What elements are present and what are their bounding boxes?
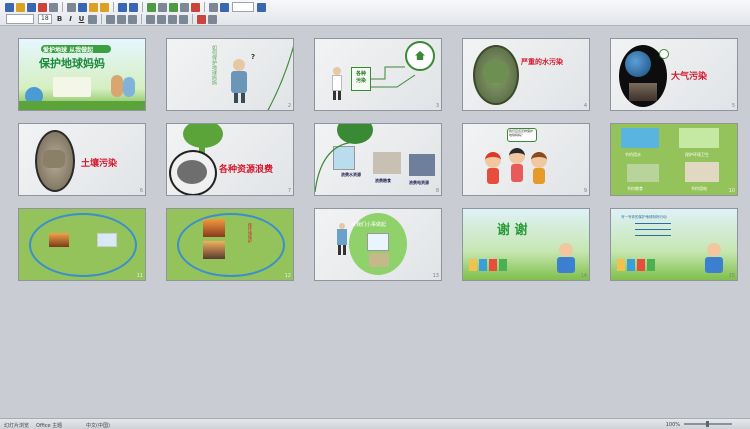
slide-thumbnail-11[interactable]: 11 [18, 208, 146, 281]
slide2-curve [267, 45, 293, 110]
grid-icon[interactable] [209, 2, 218, 12]
slide-sorter: 爱护地球 从我做起 保护地球妈妈 1 如何保护地球妈妈 ? 2 各种污染 3 严… [0, 26, 750, 418]
slide1-subtitle: 爱护地球 从我做起 [43, 47, 94, 54]
cut-icon[interactable] [67, 2, 76, 12]
decrease-font-icon[interactable] [179, 14, 188, 24]
new-icon[interactable] [5, 2, 14, 12]
numbering-icon[interactable] [146, 14, 155, 24]
slide7-title: 各种资源浪费 [219, 165, 274, 175]
slide-number: 10 [728, 188, 735, 194]
slide-number: 9 [583, 188, 587, 194]
status-language: 中文(中国) [86, 423, 110, 429]
table-icon[interactable] [147, 2, 156, 12]
underline-button[interactable]: U [77, 15, 86, 24]
slide-thumbnail-2[interactable]: 如何保护地球妈妈 ? 2 [166, 38, 294, 111]
slide12-vertical-text: 做环境保护 [248, 223, 253, 243]
slide-number: 6 [139, 188, 143, 194]
slide-thumbnail-1[interactable]: 爱护地球 从我做起 保护地球妈妈 1 [18, 38, 146, 111]
font-size-combo[interactable]: 18 [38, 14, 52, 24]
slide-thumbnail-4[interactable]: 严重的水污染 4 [462, 38, 590, 111]
plus-icon [659, 49, 669, 59]
align-right-icon[interactable] [128, 14, 137, 24]
slide-number: 11 [136, 273, 143, 279]
slide-thumbnail-7[interactable]: 各种资源浪费 7 [166, 123, 294, 196]
help-icon[interactable] [257, 2, 266, 12]
slide-thumbnail-8[interactable]: 浪费水资源 浪费粮食 浪费电资源 8 [314, 123, 442, 196]
slide-number: 1 [139, 103, 143, 109]
italic-button[interactable]: I [66, 15, 75, 24]
slide-number: 13 [432, 273, 439, 279]
toolbar-row-format: 18 B I U [4, 13, 218, 25]
slide-thumbnail-10[interactable]: 节约用水 保护环境卫生 节约粮食 节约用电 10 [610, 123, 738, 196]
paste-icon[interactable] [89, 2, 98, 12]
slide-number: 14 [580, 273, 587, 279]
slide-thumbnail-9[interactable]: 我们应该怎样保护地球妈妈？ 9 [462, 123, 590, 196]
slide-number: 7 [287, 188, 291, 194]
slide10-caption2: 保护环境卫生 [685, 152, 709, 157]
slide-thumbnail-5[interactable]: 大气污染 5 [610, 38, 738, 111]
redo-icon[interactable] [129, 2, 138, 12]
font-color-icon[interactable] [197, 14, 206, 24]
print-icon[interactable] [38, 2, 47, 12]
toolbar: 18 B I U [0, 0, 750, 26]
slide-number: 8 [435, 188, 439, 194]
slide-number: 3 [435, 103, 439, 109]
preview-icon[interactable] [49, 2, 58, 12]
bold-button[interactable]: B [55, 15, 64, 24]
slide13-label: 从我们小事做起 [351, 222, 387, 228]
zoom-slider-knob[interactable] [706, 421, 709, 427]
undo-icon[interactable] [118, 2, 127, 12]
slide10-caption1: 节约用水 [625, 152, 641, 157]
chart-icon[interactable] [158, 2, 167, 12]
slide1-title: 保护地球妈妈 [39, 57, 105, 70]
slide-number: 12 [284, 273, 291, 279]
slide15-text: 写一写你的保护地球妈妈行动 [621, 215, 667, 219]
slide5-title: 大气污染 [671, 72, 708, 82]
bullets-icon[interactable] [157, 14, 166, 24]
insert-picture-icon[interactable] [169, 2, 178, 12]
zoom-slider[interactable] [684, 421, 732, 427]
format-painter-icon[interactable] [100, 2, 109, 12]
zoom-combo[interactable] [232, 2, 254, 12]
textbox-icon[interactable] [180, 2, 189, 12]
slide-thumbnail-6[interactable]: 土壤污染 6 [18, 123, 146, 196]
color-grayscale-icon[interactable] [220, 2, 229, 12]
status-bar: 幻灯片浏览 Office 主题 中文(中国) 100% [0, 418, 750, 429]
slide4-title: 严重的水污染 [521, 58, 563, 66]
slide10-caption3: 节约粮食 [627, 186, 643, 191]
slide-thumbnail-15[interactable]: 写一写你的保护地球妈妈行动 15 [610, 208, 738, 281]
slide-thumbnail-14[interactable]: 谢 谢 14 [462, 208, 590, 281]
status-view: 幻灯片浏览 [4, 423, 30, 429]
slide10-caption4: 节约用电 [691, 186, 707, 191]
slide-number: 15 [728, 273, 735, 279]
slide-thumbnail-13[interactable]: 从我们小事做起 13 [314, 208, 442, 281]
increase-font-icon[interactable] [168, 14, 177, 24]
shadow-icon[interactable] [88, 14, 97, 24]
slide-number: 2 [287, 103, 291, 109]
slide-thumbnail-3[interactable]: 各种污染 3 [314, 38, 442, 111]
font-name-combo[interactable] [6, 14, 34, 24]
slide-thumbnail-12[interactable]: 做环境保护 12 [166, 208, 294, 281]
design-icon[interactable] [208, 14, 217, 24]
zoom-level: 100% [665, 422, 680, 428]
open-icon[interactable] [16, 2, 25, 12]
shapes-icon[interactable] [191, 2, 200, 12]
slide9-bubble: 我们应该怎样保护地球妈妈？ [509, 129, 534, 137]
slide-number: 4 [583, 103, 587, 109]
copy-icon[interactable] [78, 2, 87, 12]
slide6-title: 土壤污染 [81, 159, 118, 169]
slide14-title: 谢 谢 [497, 223, 528, 238]
toolbar-row-standard [4, 1, 267, 13]
status-theme: Office 主题 [36, 423, 63, 429]
save-icon[interactable] [27, 2, 36, 12]
align-center-icon[interactable] [117, 14, 126, 24]
slide-number: 5 [731, 103, 735, 109]
align-left-icon[interactable] [106, 14, 115, 24]
slide8-curve [315, 141, 356, 193]
